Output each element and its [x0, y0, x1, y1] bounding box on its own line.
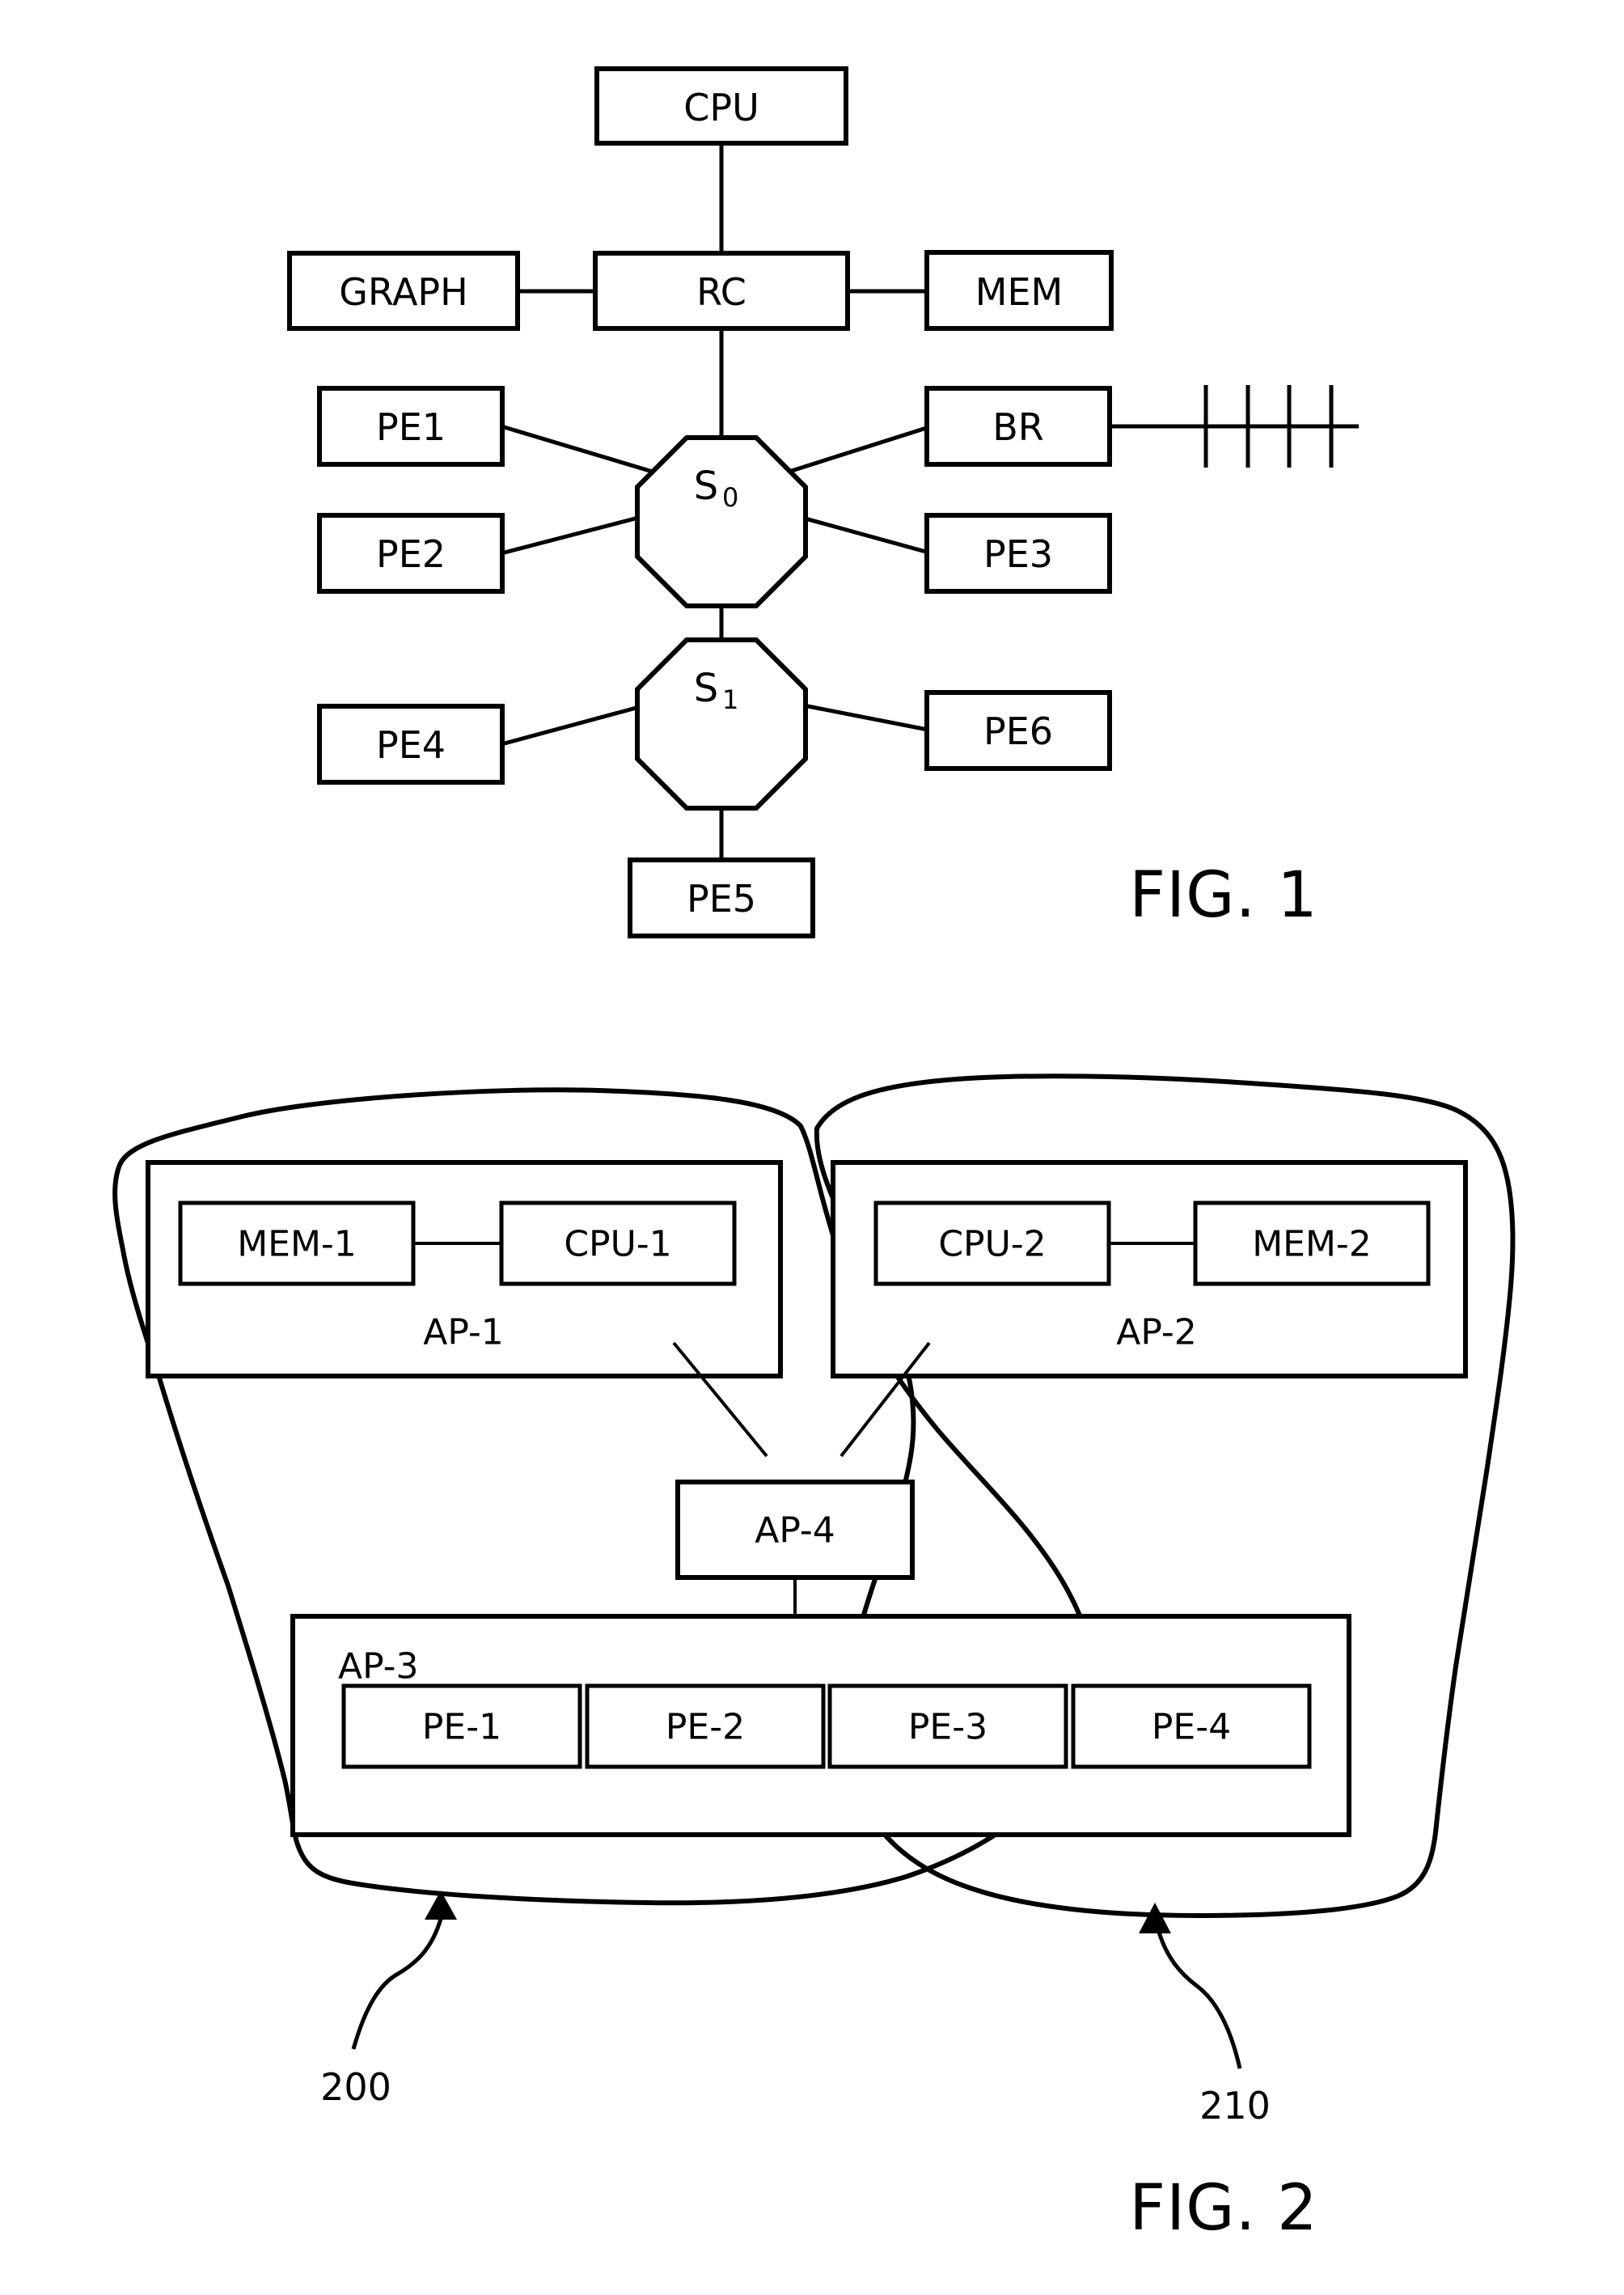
patent-figure-sheet: CPU GRAPH RC MEM PE1 PE2 BR PE3 S 0 S 1 …	[112, 66, 1516, 2245]
node-pe-4-label: PE-4	[1152, 1707, 1231, 1748]
switch-s1-subscript: 1	[722, 684, 738, 715]
node-pe3[interactable]: PE3	[924, 513, 1112, 594]
node-pe-2[interactable]: PE-2	[585, 1683, 826, 1769]
node-pe2[interactable]: PE2	[317, 513, 505, 594]
node-graph[interactable]: GRAPH	[287, 251, 520, 331]
node-mem1-label: MEM-1	[237, 1224, 357, 1265]
link-s0-br	[778, 424, 933, 477]
node-pe4[interactable]: PE4	[317, 704, 505, 785]
node-pe4-label: PE4	[376, 723, 446, 767]
node-cpu-label: CPU	[683, 86, 759, 129]
node-pe5-label: PE5	[687, 877, 756, 921]
switch-s0-label: S	[694, 464, 718, 509]
node-cpu[interactable]: CPU	[594, 66, 848, 146]
node-pe1[interactable]: PE1	[317, 386, 505, 467]
node-pe1-label: PE1	[376, 405, 446, 449]
switch-s1-octagon	[635, 637, 808, 811]
figure-2-caption: FIG. 2	[1129, 2172, 1318, 2245]
node-pe-2-label: PE-2	[666, 1707, 745, 1748]
node-cpu1[interactable]: CPU-1	[499, 1200, 737, 1286]
node-pe-4[interactable]: PE-4	[1071, 1683, 1312, 1769]
group-ap3-label: AP-3	[338, 1646, 419, 1687]
group-ap1-label: AP-1	[423, 1312, 504, 1353]
group-ap2-label: AP-2	[1116, 1312, 1197, 1353]
leader-line-200	[351, 1918, 443, 2050]
reference-callout-210: 210	[1139, 1903, 1271, 2128]
reference-label-200: 200	[320, 2065, 391, 2109]
reference-label-210: 210	[1199, 2084, 1271, 2128]
reference-callout-200: 200	[320, 1891, 457, 2109]
node-ap4[interactable]: AP-4	[675, 1480, 915, 1580]
figure-1: CPU GRAPH RC MEM PE1 PE2 BR PE3 S 0 S 1 …	[287, 66, 1359, 938]
node-pe3-label: PE3	[983, 532, 1053, 576]
node-pe6-label: PE6	[983, 709, 1053, 753]
node-pe6[interactable]: PE6	[924, 690, 1112, 771]
link-pe1-s0	[501, 424, 664, 477]
node-cpu1-label: CPU-1	[564, 1224, 671, 1265]
node-pe-1[interactable]: PE-1	[341, 1683, 582, 1769]
switch-s1-label: S	[694, 666, 718, 711]
leader-line-210	[1156, 1929, 1242, 2069]
node-mem[interactable]: MEM	[924, 250, 1114, 331]
node-mem2-label: MEM-2	[1252, 1224, 1372, 1265]
node-br[interactable]: BR	[924, 386, 1112, 467]
node-ap4-label: AP-4	[755, 1510, 835, 1552]
switch-s0-octagon	[635, 435, 808, 608]
node-rc-label: RC	[696, 270, 746, 314]
node-pe5[interactable]: PE5	[628, 857, 815, 938]
node-rc[interactable]: RC	[593, 251, 850, 331]
node-cpu2-label: CPU-2	[938, 1224, 1046, 1265]
node-pe-1-label: PE-1	[422, 1707, 501, 1748]
node-mem2[interactable]: MEM-2	[1193, 1200, 1431, 1286]
leader-arrow-210	[1139, 1903, 1171, 1933]
switch-s0[interactable]: S 0	[635, 435, 808, 608]
switch-s1[interactable]: S 1	[635, 637, 808, 811]
node-pe-3[interactable]: PE-3	[827, 1683, 1068, 1769]
node-mem-label: MEM	[975, 270, 1063, 314]
node-pe2-label: PE2	[376, 532, 446, 576]
node-pe-3-label: PE-3	[908, 1707, 988, 1748]
node-mem1[interactable]: MEM-1	[178, 1200, 416, 1286]
switch-s0-subscript: 0	[722, 482, 738, 513]
node-graph-label: GRAPH	[339, 270, 468, 314]
figure-1-caption: FIG. 1	[1129, 859, 1318, 932]
node-cpu2[interactable]: CPU-2	[873, 1200, 1111, 1286]
node-br-label: BR	[992, 405, 1044, 449]
figure-2: AP-1 MEM-1 CPU-1 AP-2 CPU-2 MEM-2 AP-4 A…	[112, 1073, 1516, 2245]
